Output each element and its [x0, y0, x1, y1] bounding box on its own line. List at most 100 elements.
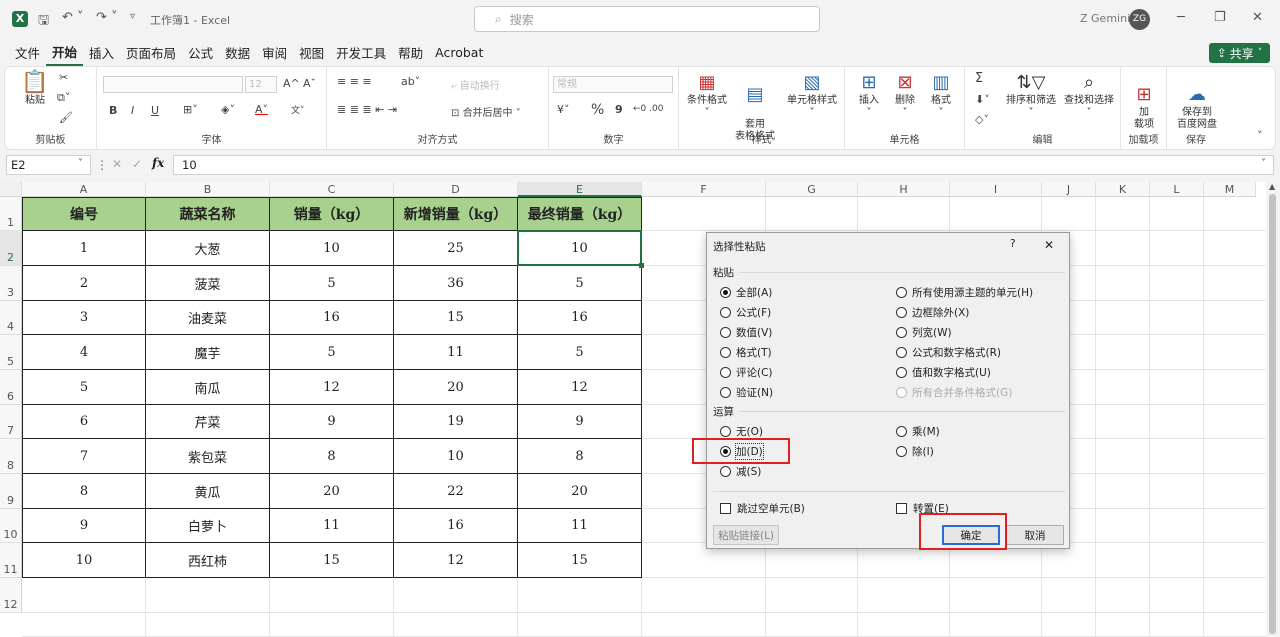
tab-formulas[interactable]: 公式 — [182, 38, 219, 66]
insert-function-button[interactable]: fx — [152, 156, 164, 170]
scroll-thumb[interactable] — [1269, 194, 1276, 634]
font-size-select[interactable]: 12 — [245, 76, 277, 93]
formula-input[interactable]: 10 — [173, 155, 1274, 175]
table-cell[interactable]: 菠菜 — [146, 266, 270, 301]
align-left-icon[interactable]: ≣ ≣ ≣ ⇤ ⇥ — [337, 103, 397, 116]
table-cell[interactable]: 8 — [518, 439, 642, 474]
row-header-6[interactable]: 6 — [0, 370, 22, 405]
row-header-10[interactable]: 10 — [0, 509, 22, 543]
conditional-format-button[interactable]: ▦ 条件格式 ˅ — [685, 73, 729, 119]
table-cell[interactable]: 5 — [270, 335, 394, 370]
row-header-8[interactable]: 8 — [0, 439, 22, 474]
table-cell[interactable]: 5 — [518, 335, 642, 370]
format-cells-button[interactable]: ▥ 格式 ˅ — [925, 73, 957, 119]
paste-option-left[interactable]: 数值(V) — [720, 325, 772, 340]
paste-option-right[interactable]: 所有使用源主题的单元(H) — [896, 285, 1033, 300]
operation-option-left[interactable]: 无(O) — [720, 424, 763, 439]
row-header-4[interactable]: 4 — [0, 301, 22, 335]
italic-button[interactable]: I — [131, 104, 134, 117]
comma-button[interactable]: 9 — [615, 103, 623, 116]
table-cell[interactable]: 7 — [22, 439, 146, 474]
table-cell[interactable]: 12 — [270, 370, 394, 405]
decimal-icon[interactable]: ←0 .00 — [633, 104, 663, 114]
autosum-button[interactable]: Σ — [975, 71, 983, 86]
paste-option-left[interactable]: 格式(T) — [720, 345, 772, 360]
clear-icon[interactable]: ◇˅ — [975, 113, 989, 126]
cancel-icon[interactable]: ✕ — [112, 157, 122, 171]
table-cell[interactable]: 11 — [394, 335, 518, 370]
fill-color-icon[interactable]: ◈˅ — [221, 103, 235, 116]
column-header-j[interactable]: J — [1042, 182, 1096, 197]
tab-view[interactable]: 视图 — [293, 38, 330, 66]
column-header-e[interactable]: E — [518, 182, 642, 197]
expand-formula-icon[interactable]: ˅ — [1261, 158, 1266, 169]
table-cell[interactable]: 3 — [22, 301, 146, 335]
avatar[interactable]: ZG — [1129, 9, 1150, 30]
format-painter-icon[interactable]: 🖌 — [59, 111, 73, 124]
table-cell[interactable]: 5 — [270, 266, 394, 301]
tab-help[interactable]: 帮助 — [392, 38, 429, 66]
tab-review[interactable]: 审阅 — [256, 38, 293, 66]
table-cell[interactable]: 8 — [270, 439, 394, 474]
customize-qat-icon[interactable]: ▿ — [130, 11, 135, 22]
table-cell[interactable]: 9 — [270, 405, 394, 439]
row-header-7[interactable]: 7 — [0, 405, 22, 439]
column-header-l[interactable]: L — [1150, 182, 1204, 197]
table-cell[interactable]: 芹菜 — [146, 405, 270, 439]
row-header-3[interactable]: 3 — [0, 266, 22, 301]
column-header-c[interactable]: C — [270, 182, 394, 197]
column-header-i[interactable]: I — [950, 182, 1042, 197]
table-header-cell[interactable]: 编号 — [22, 197, 146, 231]
table-header-cell[interactable]: 销量（kg） — [270, 197, 394, 231]
table-cell[interactable]: 36 — [394, 266, 518, 301]
table-cell[interactable]: 10 — [394, 439, 518, 474]
delete-cells-button[interactable]: ⊠ 删除 ˅ — [889, 73, 921, 119]
cell-styles-button[interactable]: ▧ 单元格样式 ˅ — [783, 73, 841, 119]
column-header-b[interactable]: B — [146, 182, 270, 197]
paste-option-right[interactable]: 值和数字格式(U) — [896, 365, 991, 380]
table-cell[interactable]: 20 — [270, 474, 394, 509]
close-icon[interactable]: ✕ — [1044, 238, 1054, 252]
paste-option-right[interactable]: 公式和数字格式(R) — [896, 345, 1001, 360]
column-header-m[interactable]: M — [1204, 182, 1256, 197]
table-cell[interactable]: 16 — [394, 509, 518, 543]
share-button[interactable]: ⇪ 共享 ˅ — [1209, 43, 1270, 63]
table-cell[interactable]: 9 — [518, 405, 642, 439]
row-header-5[interactable]: 5 — [0, 335, 22, 370]
font-name-select[interactable] — [103, 76, 243, 93]
copy-icon[interactable]: ⧉˅ — [57, 91, 70, 105]
wrap-text-button[interactable]: ⤶ 自动换行 — [451, 77, 500, 92]
select-all-corner[interactable] — [0, 182, 22, 197]
scroll-up-icon[interactable]: ▲ — [1269, 182, 1275, 191]
redo-icon[interactable]: ↷ ˅ — [96, 10, 118, 25]
column-header-f[interactable]: F — [642, 182, 766, 197]
fill-handle[interactable] — [639, 263, 644, 268]
search-box[interactable]: ⌕ 搜索 — [474, 6, 820, 32]
tab-page-layout[interactable]: 页面布局 — [120, 38, 182, 66]
table-cell[interactable]: 9 — [22, 509, 146, 543]
number-format-select[interactable]: 常规 — [553, 76, 673, 93]
find-select-button[interactable]: ⌕ 查找和选择 ˅ — [1061, 73, 1117, 119]
paste-option-left[interactable]: 全部(A) — [720, 285, 772, 300]
table-cell[interactable]: 20 — [518, 474, 642, 509]
column-header-d[interactable]: D — [394, 182, 518, 197]
paste-option-left[interactable]: 公式(F) — [720, 305, 771, 320]
table-cell[interactable]: 西红柿 — [146, 543, 270, 578]
percent-button[interactable]: % — [591, 102, 604, 118]
table-cell[interactable]: 15 — [270, 543, 394, 578]
table-cell[interactable]: 20 — [394, 370, 518, 405]
table-cell[interactable]: 15 — [518, 543, 642, 578]
tab-home[interactable]: 开始 — [46, 38, 84, 66]
table-cell[interactable]: 10 — [22, 543, 146, 578]
table-cell[interactable]: 6 — [22, 405, 146, 439]
align-top-icon[interactable]: ≡ ≡ ≡ — [337, 75, 372, 88]
phonetic-icon[interactable]: 文˅ — [291, 103, 305, 116]
collapse-ribbon-icon[interactable]: ˅ — [1257, 129, 1263, 142]
cut-icon[interactable]: ✂ — [59, 71, 68, 84]
minimize-icon[interactable]: ─ — [1177, 10, 1185, 25]
table-cell[interactable]: 16 — [518, 301, 642, 335]
table-cell[interactable]: 11 — [270, 509, 394, 543]
help-button[interactable]: ? — [1010, 238, 1016, 250]
table-cell[interactable]: 19 — [394, 405, 518, 439]
operation-option-left[interactable]: 减(S) — [720, 464, 761, 479]
